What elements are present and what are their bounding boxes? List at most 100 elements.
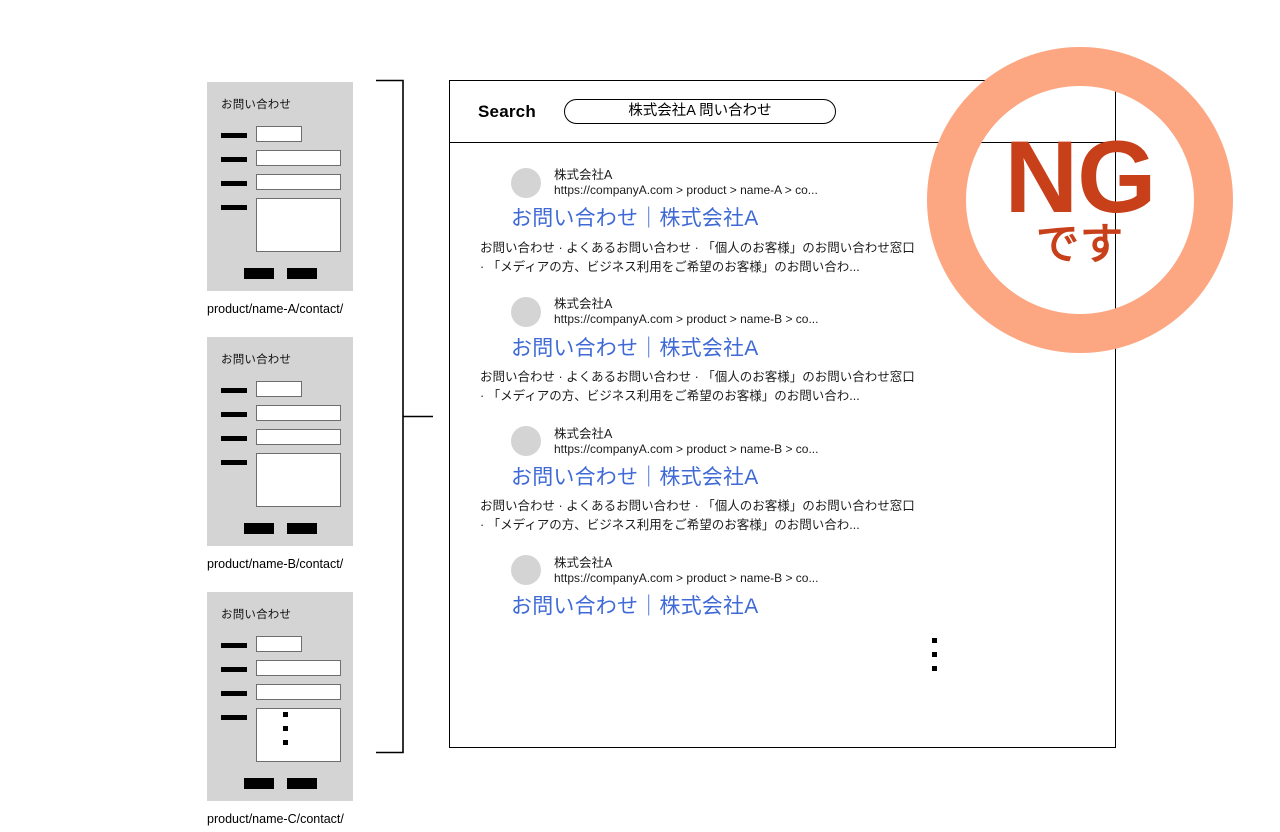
- wireframe-button-secondary: [286, 777, 317, 789]
- field-label-bar: [221, 666, 247, 672]
- dot: [283, 726, 288, 731]
- wireframe-more-indicator: [283, 712, 290, 754]
- field-input-medium: [256, 683, 341, 700]
- wireframe-field-row: [221, 173, 353, 190]
- dot: [283, 712, 288, 717]
- result-identity: 株式会社A https://companyA.com > product > n…: [554, 555, 818, 586]
- wireframe-column: お問い合わせ product/name-A/contact/ お問い合わせ pr…: [207, 82, 357, 825]
- field-input-small: [256, 380, 302, 397]
- ng-stamp-badge: NG です: [927, 47, 1233, 353]
- search-input[interactable]: 株式会社A 問い合わせ: [563, 99, 836, 124]
- field-textarea: [256, 197, 341, 252]
- wireframe-fields: [221, 125, 353, 252]
- field-label-bar: [221, 435, 247, 441]
- wireframe-title: お問い合わせ: [221, 354, 292, 366]
- field-input-medium: [256, 659, 341, 676]
- wireframe-button-secondary: [286, 522, 317, 534]
- contact-form-wireframe: お問い合わせ: [207, 337, 353, 546]
- field-input-medium: [256, 428, 341, 445]
- field-input-small: [256, 635, 302, 652]
- search-label: Search: [478, 101, 536, 121]
- ng-sublabel: です: [1036, 221, 1124, 270]
- wireframe-field-row: [221, 683, 353, 700]
- result-site-name: 株式会社A: [554, 297, 613, 312]
- wireframe-card-group-1: お問い合わせ product/name-B/contact/: [207, 337, 357, 570]
- results-more-indicator: [450, 638, 1115, 680]
- field-label-bar: [221, 690, 247, 696]
- result-breadcrumb-url: https://companyA.com > product > name-B …: [554, 570, 819, 585]
- wireframe-buttons: [207, 770, 353, 801]
- result-title-link[interactable]: お問い合わせ｜株式会社A: [511, 466, 1085, 490]
- wireframe-button-primary: [243, 267, 274, 279]
- wireframe-field-row: [221, 659, 353, 676]
- field-label-bar: [221, 459, 247, 465]
- wireframe-caption: product/name-A/contact/: [207, 301, 344, 316]
- wireframe-field-row: [221, 197, 353, 252]
- field-input-small: [256, 125, 302, 142]
- result-identity: 株式会社A https://companyA.com > product > n…: [554, 296, 818, 327]
- result-header: 株式会社A https://companyA.com > product > n…: [511, 555, 1085, 586]
- favicon-avatar: [511, 555, 541, 586]
- result-snippet: お問い合わせ · よくあるお問い合わせ · 「個人のお客様」のお問い合わせ窓口 …: [480, 499, 915, 533]
- field-label-bar: [221, 387, 247, 393]
- contact-form-wireframe: お問い合わせ: [207, 82, 353, 291]
- contact-form-wireframe: お問い合わせ: [207, 592, 353, 801]
- result-title-link[interactable]: お問い合わせ｜株式会社A: [511, 595, 1085, 619]
- field-label-bar: [221, 642, 247, 648]
- dot: [931, 666, 937, 672]
- result-breadcrumb-url: https://companyA.com > product > name-A …: [554, 183, 818, 197]
- search-result-item[interactable]: 株式会社A https://companyA.com > product > n…: [450, 555, 1115, 620]
- wireframe-button-primary: [243, 777, 274, 789]
- field-label-bar: [221, 156, 247, 162]
- result-site-name: 株式会社A: [554, 555, 613, 570]
- result-snippet: お問い合わせ · よくあるお問い合わせ · 「個人のお客様」のお問い合わせ窓口 …: [480, 240, 915, 274]
- result-identity: 株式会社A https://companyA.com > product > n…: [554, 167, 818, 198]
- field-label-bar: [221, 204, 247, 210]
- field-label-bar: [221, 132, 247, 138]
- result-site-name: 株式会社A: [554, 168, 613, 182]
- wireframe-card-group-2: お問い合わせ product/name-C/contact/: [207, 592, 357, 825]
- field-input-medium: [256, 149, 341, 166]
- wireframe-fields: [221, 380, 353, 507]
- wireframe-card-group-0: お問い合わせ product/name-A/contact/: [207, 82, 357, 315]
- result-breadcrumb-url: https://companyA.com > product > name-B …: [554, 312, 819, 327]
- field-textarea: [256, 707, 341, 762]
- favicon-avatar: [511, 167, 541, 198]
- wireframe-field-row: [221, 125, 353, 142]
- wireframe-field-row: [221, 452, 353, 507]
- wireframe-title: お問い合わせ: [221, 609, 292, 621]
- result-header: 株式会社A https://companyA.com > product > n…: [511, 426, 1085, 457]
- dot: [931, 652, 937, 658]
- field-label-bar: [221, 714, 247, 720]
- field-label-bar: [221, 411, 247, 417]
- wireframe-buttons: [207, 260, 353, 291]
- wireframe-field-row: [221, 635, 353, 652]
- field-label-bar: [221, 180, 247, 186]
- field-input-medium: [256, 404, 341, 421]
- field-textarea: [256, 452, 341, 507]
- result-snippet: お問い合わせ · よくあるお問い合わせ · 「個人のお客様」のお問い合わせ窓口 …: [480, 369, 915, 404]
- wireframe-caption: product/name-B/contact/: [207, 556, 344, 571]
- wireframe-field-row: [221, 380, 353, 397]
- favicon-avatar: [511, 296, 541, 327]
- favicon-avatar: [511, 426, 541, 457]
- result-identity: 株式会社A https://companyA.com > product > n…: [554, 426, 818, 457]
- wireframe-field-row: [221, 428, 353, 445]
- result-title-link[interactable]: お問い合わせ｜株式会社A: [511, 337, 1085, 361]
- search-query-text: 株式会社A 問い合わせ: [628, 103, 772, 120]
- field-input-medium: [256, 173, 341, 190]
- dot: [283, 740, 288, 745]
- search-result-item[interactable]: 株式会社A https://companyA.com > product > n…: [450, 426, 1115, 536]
- ng-label: NG: [1004, 119, 1157, 234]
- dot: [931, 638, 937, 644]
- wireframe-button-secondary: [286, 267, 317, 279]
- wireframe-caption: product/name-C/contact/: [207, 811, 344, 826]
- wireframe-buttons: [207, 515, 353, 546]
- result-site-name: 株式会社A: [554, 426, 613, 441]
- wireframe-field-row: [221, 404, 353, 421]
- wireframe-field-row: [221, 149, 353, 166]
- wireframe-button-primary: [243, 522, 274, 534]
- wireframe-title: お問い合わせ: [221, 99, 292, 111]
